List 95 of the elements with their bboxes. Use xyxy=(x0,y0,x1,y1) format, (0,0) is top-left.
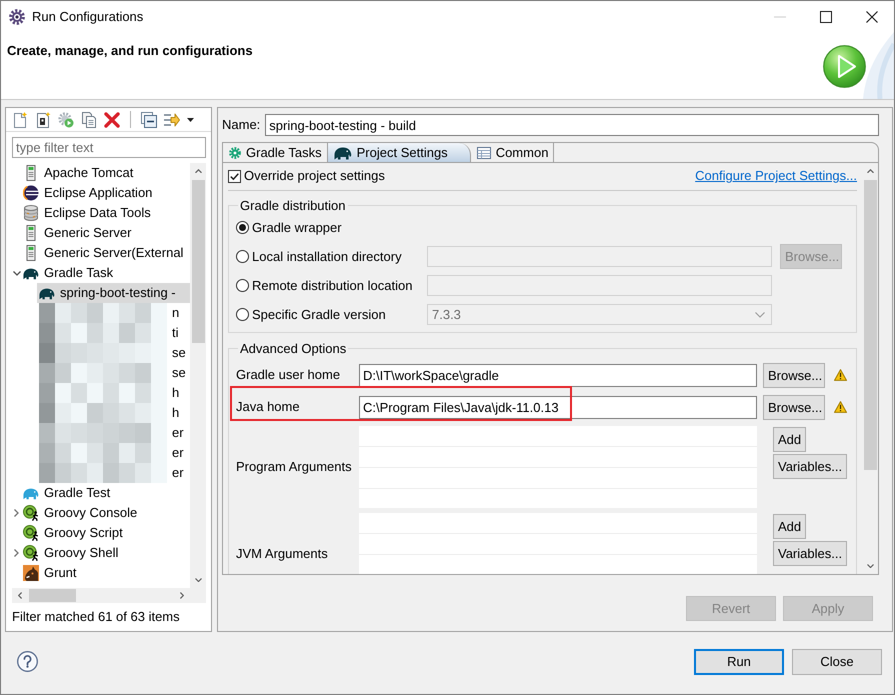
tab[interactable]: Project Settings xyxy=(328,143,471,162)
browse-button[interactable]: Browse... xyxy=(763,362,825,388)
run-button[interactable]: Run xyxy=(694,648,784,674)
tree-item[interactable]: Apache Tomcat xyxy=(21,163,190,183)
browse-button[interactable]: Browse... xyxy=(763,394,825,420)
maximize-icon[interactable] xyxy=(820,10,832,22)
path-field[interactable]: D:\IT\workSpace\gradle xyxy=(359,364,757,386)
tree-item[interactable]: Groovy Shell xyxy=(21,543,190,563)
configure-settings-link[interactable]: Configure Project Settings... xyxy=(695,168,857,184)
scrollbar-thumb[interactable] xyxy=(864,180,876,470)
scroll-down-icon[interactable] xyxy=(194,578,202,582)
variables-button[interactable]: Variables... xyxy=(773,541,848,566)
tree-item[interactable]: er xyxy=(37,443,190,463)
scrollbar-thumb[interactable] xyxy=(192,180,204,343)
path-field[interactable]: C:\Program Files\Java\jdk-11.0.13 xyxy=(359,396,757,418)
tree-item[interactable]: se xyxy=(37,363,190,383)
tree-item[interactable]: ti xyxy=(37,323,190,343)
field-label: Name: xyxy=(222,117,260,133)
group-title: Advanced Options xyxy=(239,341,348,356)
elephant-icon xyxy=(334,146,352,160)
filter-field[interactable]: type filter text xyxy=(12,137,206,158)
radio-label[interactable]: Specific Gradle version xyxy=(252,306,386,322)
runner-ball-icon xyxy=(23,545,39,561)
tab[interactable]: Common xyxy=(470,143,554,162)
caret-icon[interactable] xyxy=(187,118,194,122)
tree-item[interactable]: Generic Server xyxy=(21,223,190,243)
tree-item[interactable]: Grunt xyxy=(21,563,190,583)
striped-sphere-icon xyxy=(23,185,39,201)
name-field[interactable]: spring-boot-testing - build xyxy=(265,114,879,136)
add-button[interactable]: Add xyxy=(773,427,806,452)
table-icon xyxy=(476,146,491,158)
status-text: Filter matched 61 of 63 items xyxy=(12,609,180,625)
version-dropdown[interactable]: 7.3.3 xyxy=(427,304,772,325)
tree-item[interactable]: n xyxy=(37,303,190,323)
runner-ball-icon xyxy=(23,505,39,521)
chevron-right-icon[interactable] xyxy=(14,549,19,557)
tree-item[interactable]: Gradle Test xyxy=(21,483,190,503)
new-page-icon[interactable] xyxy=(12,112,28,128)
play-icon xyxy=(823,45,866,88)
tree-item[interactable]: h xyxy=(37,383,190,403)
close-icon[interactable] xyxy=(866,10,878,22)
scroll-up-icon[interactable] xyxy=(194,169,202,173)
radio-button[interactable] xyxy=(236,279,249,292)
tree-item[interactable]: Groovy Script xyxy=(21,523,190,543)
tree-item[interactable]: spring-boot-testing - xyxy=(37,283,190,303)
animal-head-tile-icon xyxy=(23,565,39,581)
add-button[interactable]: Add xyxy=(773,514,806,539)
copy-icon[interactable] xyxy=(81,112,97,128)
delete-icon[interactable] xyxy=(104,112,120,128)
elephant-icon xyxy=(23,486,39,500)
tree-item[interactable]: Generic Server(External xyxy=(21,243,190,263)
radio-button[interactable] xyxy=(236,308,249,321)
arrow-lines-icon[interactable] xyxy=(164,112,180,128)
elephant-icon xyxy=(23,266,39,280)
field-label: JVM Arguments xyxy=(236,546,329,562)
tree-item[interactable]: se xyxy=(37,343,190,363)
field-label: Program Arguments xyxy=(236,459,353,475)
radio-button[interactable] xyxy=(236,250,249,263)
scroll-down-icon[interactable] xyxy=(866,564,874,568)
database-icon xyxy=(23,205,39,221)
help-icon[interactable] xyxy=(17,651,38,672)
chevron-down-icon[interactable] xyxy=(12,270,20,276)
checkbox[interactable] xyxy=(228,170,241,182)
scroll-right-icon[interactable] xyxy=(180,592,184,599)
radio-button[interactable] xyxy=(236,221,249,234)
tree-item[interactable]: Eclipse Application xyxy=(21,183,190,203)
close-button[interactable]: Close xyxy=(792,648,882,674)
checkbox-label[interactable]: Override project settings xyxy=(244,168,385,184)
field-label: Java home xyxy=(236,399,301,415)
tree-item[interactable]: er xyxy=(37,423,190,443)
variables-button[interactable]: Variables... xyxy=(773,454,848,479)
tree-item[interactable]: er xyxy=(37,463,190,483)
tree-item[interactable]: h xyxy=(37,403,190,423)
window-title: Run Configurations xyxy=(32,8,144,24)
gear-icon xyxy=(9,8,25,24)
collapse-all-icon[interactable] xyxy=(141,112,157,128)
runner-ball-icon xyxy=(23,525,39,541)
tagged-page-icon[interactable] xyxy=(35,112,51,128)
scrollbar-thumb[interactable] xyxy=(29,589,76,602)
horizontal-scrollbar[interactable] xyxy=(12,588,190,603)
tree-item[interactable]: Gradle Task xyxy=(21,263,190,283)
radio-label[interactable]: Local installation directory xyxy=(252,248,402,264)
elephant-icon xyxy=(39,286,55,300)
group-title: Gradle distribution xyxy=(239,198,346,213)
tree-item[interactable]: Eclipse Data Tools xyxy=(21,203,190,223)
chevron-right-icon[interactable] xyxy=(14,509,19,517)
gear-icon xyxy=(229,146,241,158)
tree-item[interactable]: Groovy Console xyxy=(21,503,190,523)
scroll-left-icon[interactable] xyxy=(18,592,22,599)
radio-label[interactable]: Gradle wrapper xyxy=(252,220,342,236)
field-label: Gradle user home xyxy=(236,367,342,383)
header-title: Create, manage, and run configurations xyxy=(7,43,253,59)
radio-label[interactable]: Remote distribution location xyxy=(252,278,412,294)
vertical-scrollbar[interactable] xyxy=(190,163,206,588)
scroll-up-icon[interactable] xyxy=(866,169,874,173)
